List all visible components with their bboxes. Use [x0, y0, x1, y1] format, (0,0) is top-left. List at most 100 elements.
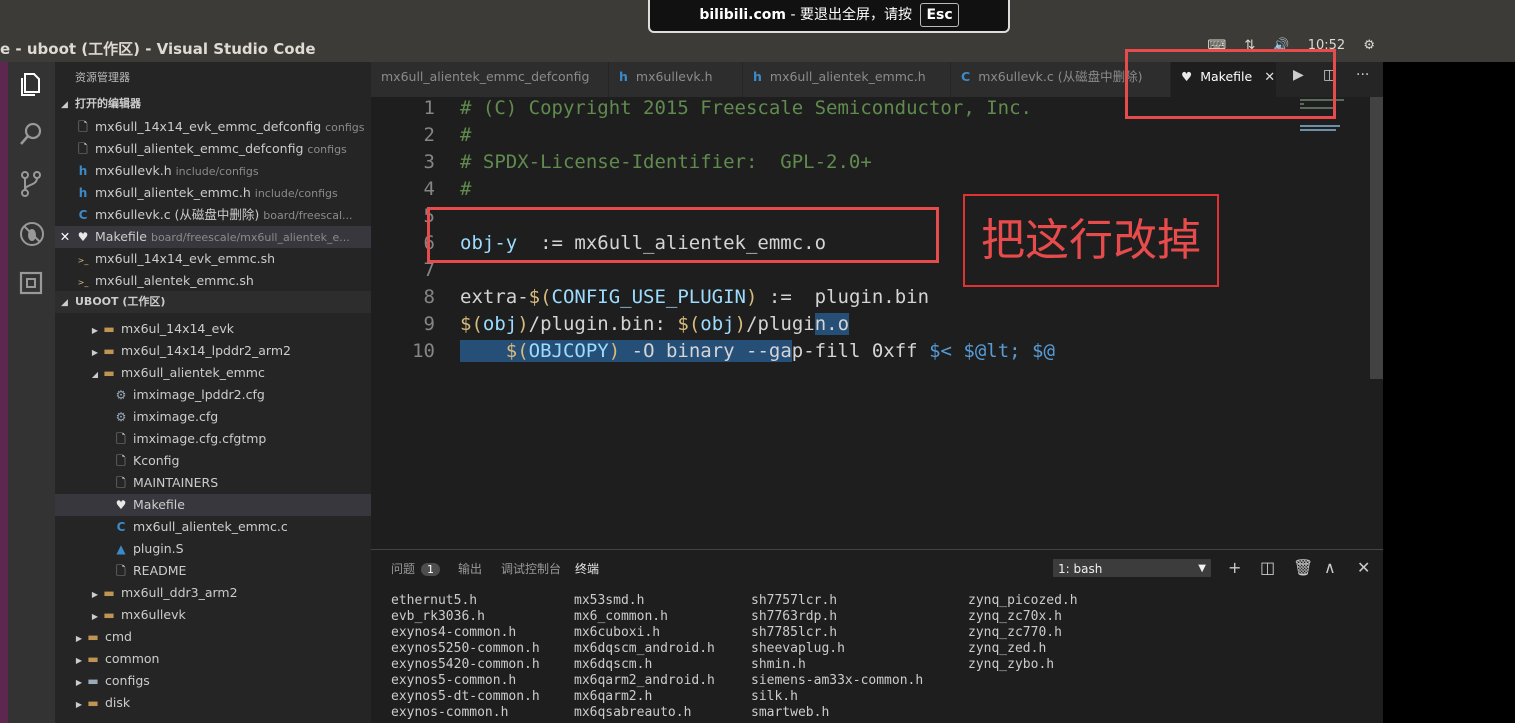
tree-item[interactable]: 🗋 imximage.cfg.cfgtmp: [55, 428, 371, 450]
c-file-icon: C: [961, 69, 971, 84]
folder-icon: ▬: [87, 696, 99, 710]
tab-defconfig[interactable]: mx6ull_alientek_emmc_defconfig: [371, 62, 609, 97]
desktop-background: [1383, 62, 1515, 723]
open-editor-path: configs: [325, 121, 365, 134]
tree-item[interactable]: ▶ ▬ common: [55, 648, 371, 670]
code-line[interactable]: # (C) Copyright 2015 Freescale Semicondu…: [460, 97, 1032, 119]
chevron-right-icon[interactable]: ▶: [73, 694, 85, 714]
chevron-right-icon[interactable]: ▶: [73, 628, 85, 648]
close-icon[interactable]: ✕: [55, 226, 75, 248]
tab-problems[interactable]: 问题 1: [391, 560, 441, 577]
file-icon: 🗋: [116, 432, 126, 446]
open-editor-name: mx6ull_alientek_emmc.h: [95, 185, 251, 200]
tab-terminal[interactable]: 终端: [575, 560, 599, 577]
tree-item[interactable]: 🗋 README: [55, 560, 371, 582]
open-editor-item[interactable]: >_ mx6ull_alentek_emmc.sh: [55, 270, 371, 292]
code-line[interactable]: $(obj)/plugin.bin: $(obj)/plugin.o: [460, 313, 850, 335]
tree-item[interactable]: Cmx6ull_alientek_emmc.c: [55, 516, 371, 538]
open-editors-header[interactable]: ◢ 打开的编辑器: [55, 93, 371, 115]
chevron-down-icon: ◢: [61, 298, 68, 308]
chevron-right-icon[interactable]: ▶: [89, 342, 101, 362]
tree-item-label: Kconfig: [133, 453, 180, 468]
chevron-down-icon[interactable]: ◢: [89, 364, 101, 384]
open-editor-item[interactable]: h mx6ullevk.h include/configs: [55, 160, 371, 182]
tree-item[interactable]: ♥ Makefile: [55, 494, 371, 516]
open-editor-item[interactable]: >_ mx6ull_14x14_evk_emmc.sh: [55, 248, 371, 270]
tree-item-label: mx6ull_alientek_emmc: [121, 365, 265, 380]
open-editor-item[interactable]: h mx6ull_alientek_emmc.h include/configs: [55, 182, 371, 204]
open-editor-item[interactable]: Cmx6ullevk.c (从磁盘中删除) board/freescal...: [55, 204, 371, 226]
line-number: 7: [423, 259, 435, 281]
debug-icon[interactable]: [18, 220, 44, 246]
add-terminal-icon[interactable]: +: [1228, 558, 1241, 577]
code-line[interactable]: extra-$(CONFIG_USE_PLUGIN) := plugin.bin: [460, 286, 929, 308]
tab-alientek-emmc-h[interactable]: h mx6ull_alientek_emmc.h: [743, 62, 951, 97]
tree-item[interactable]: ▶ ▬ mx6ul_14x14_evk: [55, 318, 371, 340]
chevron-right-icon[interactable]: ▶: [73, 650, 85, 670]
tree-item-label: MAINTAINERS: [133, 475, 219, 490]
extensions-icon[interactable]: [18, 270, 44, 296]
line-number: 6: [423, 232, 435, 254]
tree-item[interactable]: ▶ ▬ mx6ullevk: [55, 604, 371, 626]
file-icon: 🗋: [116, 454, 126, 468]
tree-item[interactable]: ⚙ imximage.cfg: [55, 406, 371, 428]
line-number: 4: [423, 178, 435, 200]
more-actions-icon[interactable]: ···: [1356, 67, 1369, 83]
line-number: 1: [423, 97, 435, 119]
tree-item[interactable]: ▶ ▬ cmd: [55, 626, 371, 648]
source-control-icon[interactable]: [18, 170, 44, 197]
tree-item[interactable]: 🗋 Kconfig: [55, 450, 371, 472]
chevron-right-icon[interactable]: ▶: [89, 584, 101, 604]
code-line[interactable]: # SPDX-License-Identifier: GPL-2.0+: [460, 151, 872, 173]
activity-bar: [8, 62, 55, 723]
chevron-up-icon[interactable]: ∧: [1324, 558, 1336, 577]
editor-scrollbar[interactable]: [1370, 97, 1383, 379]
search-icon[interactable]: [18, 121, 44, 147]
ubuntu-launcher: [0, 62, 8, 723]
settings-gear-icon[interactable]: ⚙: [1363, 38, 1375, 53]
chevron-right-icon[interactable]: ▶: [89, 606, 101, 626]
code-line[interactable]: $(OBJCOPY) -O binary --gap-fill 0xff $< …: [460, 340, 1055, 362]
fullscreen-notification: bilibili.com - 要退出全屏，请按 Esc: [648, 0, 1010, 33]
code-line[interactable]: #: [460, 178, 471, 200]
tree-item[interactable]: ▶ ▬ mx6ull_ddr3_arm2: [55, 582, 371, 604]
chevron-right-icon[interactable]: ▶: [73, 672, 85, 692]
tree-item-label: imximage.cfg: [133, 409, 219, 424]
chevron-right-icon[interactable]: ▶: [89, 320, 101, 340]
makefile-icon: ♥: [115, 498, 127, 512]
tree-item[interactable]: ▶ ▬ configs: [55, 670, 371, 692]
close-panel-icon[interactable]: ✕: [1357, 558, 1370, 577]
terminal-selector[interactable]: 1: bash ▼: [1053, 559, 1211, 577]
tree-item-label: cmd: [105, 629, 132, 644]
line-number: 5: [423, 205, 435, 227]
asm-file-icon: ▲: [116, 542, 126, 556]
tab-debug-console[interactable]: 调试控制台: [501, 560, 561, 577]
open-editor-item[interactable]: ✕ ♥ Makefile board/freescale/mx6ull_aliente…: [55, 226, 371, 248]
explorer-icon[interactable]: [18, 72, 44, 98]
shell-icon: >_: [77, 256, 89, 265]
tree-item-label: mx6ull_alientek_emmc.c: [133, 519, 288, 534]
tree-item-label: disk: [105, 695, 131, 710]
open-editor-path: include/configs: [175, 165, 259, 178]
split-terminal-icon[interactable]: ◫: [1260, 558, 1275, 577]
trash-icon[interactable]: 🗑: [1293, 558, 1313, 577]
tree-item[interactable]: 🗋 MAINTAINERS: [55, 472, 371, 494]
open-editor-name: mx6ull_alientek_emmc_defconfig: [95, 141, 304, 156]
open-editor-item[interactable]: 🗋 mx6ull_alientek_emmc_defconfig configs: [55, 138, 371, 160]
tab-output[interactable]: 输出: [458, 560, 482, 577]
esc-key-hint: Esc: [920, 3, 959, 27]
workspace-header[interactable]: ◢ UBOOT (工作区): [55, 291, 371, 313]
open-editor-name: mx6ull_14x14_evk_emmc.sh: [95, 251, 276, 266]
code-line[interactable]: #: [460, 124, 471, 146]
tree-item[interactable]: ▶ ▬ disk: [55, 692, 371, 714]
open-editor-item[interactable]: 🗋 mx6ull_14x14_evk_emmc_defconfig configs: [55, 116, 371, 138]
tab-mx6ullevk-h[interactable]: h mx6ullevk.h: [609, 62, 743, 97]
tree-item[interactable]: ▶ ▬ mx6ul_14x14_lpddr2_arm2: [55, 340, 371, 362]
makefile-icon: ♥: [77, 230, 89, 244]
tree-item[interactable]: ▲ plugin.S: [55, 538, 371, 560]
obj-line-highlight: [427, 207, 939, 263]
folder-icon: ▬: [103, 586, 115, 600]
tree-item[interactable]: ◢ ▬ mx6ull_alientek_emmc: [55, 362, 371, 384]
code-editor[interactable]: 1 # (C) Copyright 2015 Freescale Semicond…: [371, 97, 1383, 549]
tree-item[interactable]: ⚙ imximage_lpddr2.cfg: [55, 384, 371, 406]
